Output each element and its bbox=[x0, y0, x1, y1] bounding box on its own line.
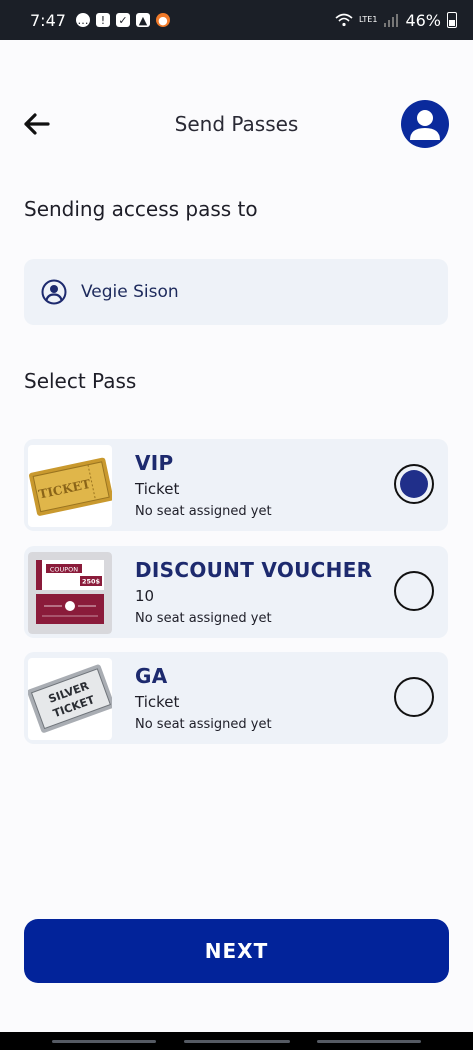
status-left: 7:47 … ! ✓ ▲ ● bbox=[30, 11, 170, 30]
nav-recents[interactable] bbox=[52, 1040, 156, 1043]
status-bar: 7:47 … ! ✓ ▲ ● LTE1 46% bbox=[0, 0, 473, 40]
radio-dot bbox=[400, 470, 428, 498]
warning-icon: ! bbox=[95, 13, 110, 27]
pass-thumbnail-coupon: COUPON 250$ bbox=[28, 552, 112, 634]
pass-radio-selected[interactable] bbox=[394, 464, 434, 504]
pass-seat: No seat assigned yet bbox=[135, 504, 272, 519]
pass-seat: No seat assigned yet bbox=[135, 611, 272, 626]
next-button[interactable]: NEXT bbox=[24, 919, 449, 983]
recipient-label: Sending access pass to bbox=[24, 197, 258, 221]
profile-avatar-button[interactable] bbox=[401, 100, 449, 148]
pass-radio-unselected[interactable] bbox=[394, 571, 434, 611]
pass-thumbnail-silver-ticket: SILVER TICKET bbox=[28, 658, 112, 740]
user-avatar-icon bbox=[410, 110, 440, 140]
message-icon: … bbox=[75, 13, 90, 27]
image-icon: ▲ bbox=[135, 13, 150, 27]
pass-thumbnail-gold-ticket: TICKET bbox=[28, 445, 112, 527]
pass-type: Ticket bbox=[135, 693, 180, 711]
pass-type: 10 bbox=[135, 587, 155, 605]
recipient-name: Vegie Sison bbox=[81, 282, 179, 302]
user-circle-icon bbox=[41, 279, 67, 305]
pass-card-vip[interactable]: TICKET VIP Ticket No seat assigned yet bbox=[24, 439, 448, 531]
svg-text:COUPON: COUPON bbox=[50, 566, 78, 574]
status-right: LTE1 46% bbox=[335, 11, 457, 30]
nav-back[interactable] bbox=[317, 1040, 421, 1043]
battery-icon bbox=[447, 12, 457, 28]
battery-percent: 46% bbox=[405, 10, 441, 30]
select-pass-label: Select Pass bbox=[24, 369, 137, 393]
svg-text:250$: 250$ bbox=[82, 578, 101, 586]
system-nav-bar bbox=[0, 1032, 473, 1050]
pass-radio-unselected[interactable] bbox=[394, 677, 434, 717]
pass-type: Ticket bbox=[135, 480, 180, 498]
network-label: LTE1 bbox=[359, 15, 378, 24]
pass-card-ga[interactable]: SILVER TICKET GA Ticket No seat assigned… bbox=[24, 652, 448, 744]
header: Send Passes bbox=[0, 96, 473, 154]
checkbox-icon: ✓ bbox=[115, 13, 130, 27]
pass-card-discount-voucher[interactable]: COUPON 250$ DISCOUNT VOUCHER 10 No seat … bbox=[24, 546, 448, 638]
pass-seat: No seat assigned yet bbox=[135, 717, 272, 732]
pass-name: GA bbox=[135, 664, 168, 688]
pass-name: DISCOUNT VOUCHER bbox=[135, 558, 373, 582]
pass-name: VIP bbox=[135, 451, 174, 475]
nav-home[interactable] bbox=[184, 1040, 290, 1043]
app-icon: ● bbox=[155, 13, 170, 27]
recipient-field[interactable]: Vegie Sison bbox=[24, 259, 448, 325]
wifi-icon bbox=[335, 13, 353, 27]
status-time: 7:47 bbox=[30, 10, 66, 30]
signal-icon bbox=[384, 14, 399, 27]
